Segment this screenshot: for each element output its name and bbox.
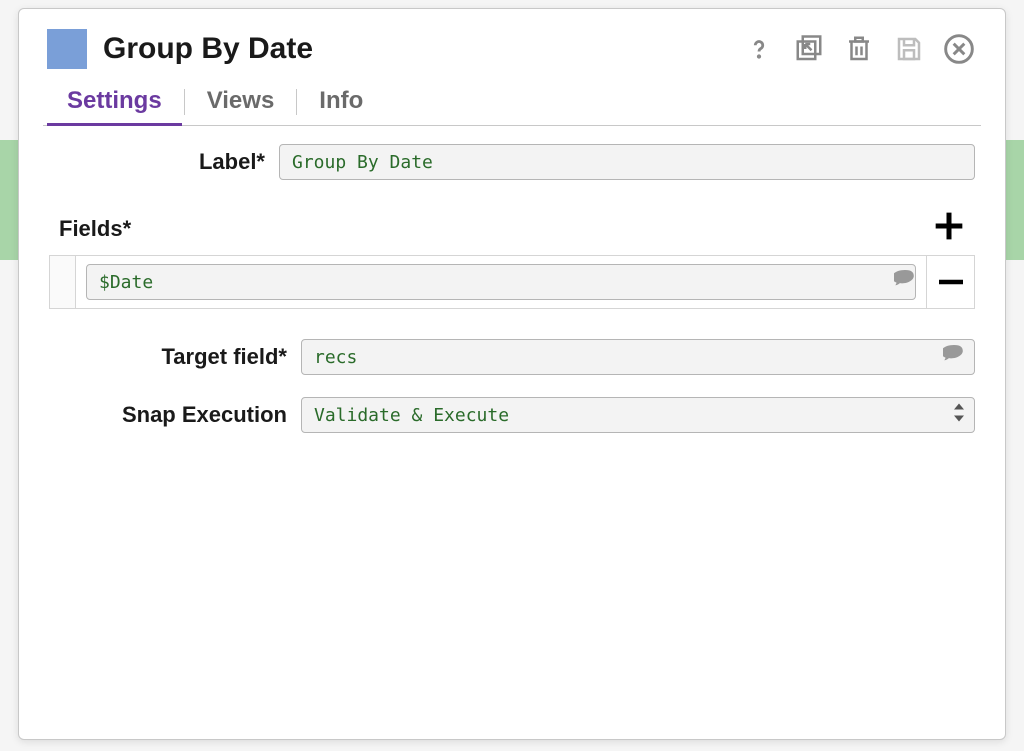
fields-label: Fields* — [59, 216, 131, 242]
save-icon[interactable] — [891, 31, 927, 67]
add-field-icon[interactable] — [929, 206, 969, 251]
header-toolbar — [741, 31, 977, 67]
tab-bar: Settings Views Info — [43, 79, 981, 126]
label-input[interactable] — [279, 144, 975, 180]
field-input[interactable] — [86, 264, 916, 300]
export-icon[interactable] — [791, 31, 827, 67]
tab-info[interactable]: Info — [299, 79, 383, 125]
header-left: Group By Date — [47, 29, 313, 69]
label-label: Label* — [49, 149, 279, 175]
snap-execution-select[interactable]: Validate & Execute — [301, 397, 975, 433]
tab-separator — [296, 89, 297, 115]
tab-views[interactable]: Views — [187, 79, 295, 125]
row-target-field: Target field* — [49, 339, 975, 375]
dialog-title: Group By Date — [103, 32, 313, 66]
row-label: Label* — [49, 144, 975, 180]
close-icon[interactable] — [941, 31, 977, 67]
delete-icon[interactable] — [841, 31, 877, 67]
target-field-input[interactable] — [301, 339, 975, 375]
target-field-label: Target field* — [49, 344, 301, 370]
tab-settings[interactable]: Settings — [47, 79, 182, 125]
snap-execution-label: Snap Execution — [49, 402, 301, 428]
form-body: Label* Fields* — [43, 126, 981, 463]
remove-field-icon[interactable] — [926, 256, 974, 308]
field-row — [49, 255, 975, 309]
help-icon[interactable] — [741, 31, 777, 67]
row-snap-execution: Snap Execution Validate & Execute — [49, 397, 975, 433]
dialog-header: Group By Date — [43, 23, 981, 79]
snap-color-swatch — [47, 29, 87, 69]
fields-block: Fields* — [49, 206, 975, 309]
field-row-handle[interactable] — [50, 256, 76, 308]
tab-separator — [184, 89, 185, 115]
settings-dialog: Group By Date — [18, 8, 1006, 740]
